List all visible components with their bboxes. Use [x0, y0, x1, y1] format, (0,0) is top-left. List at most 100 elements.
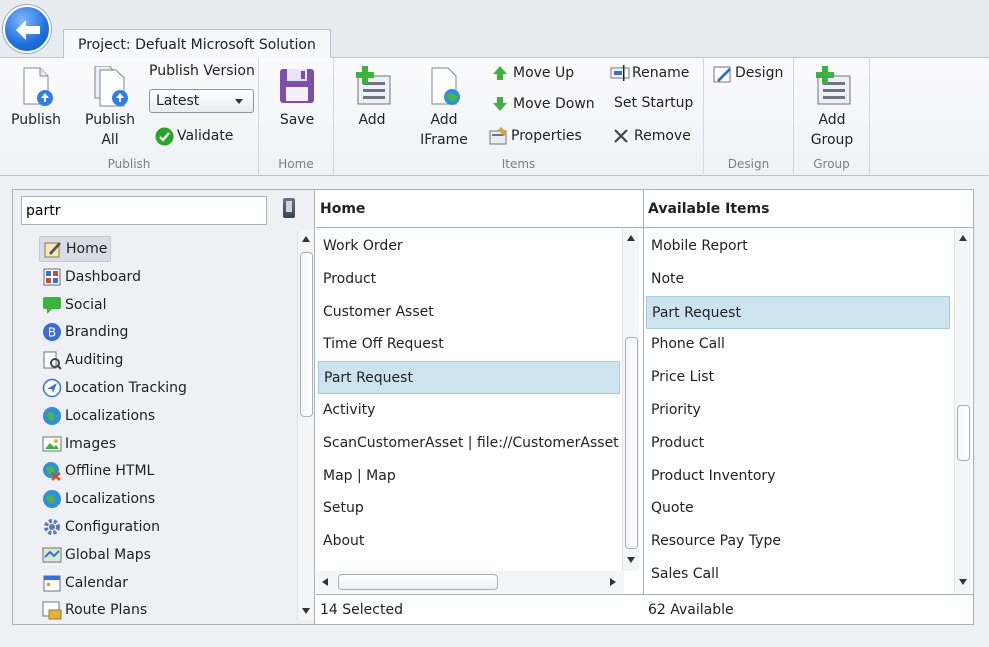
scroll-thumb[interactable]: [957, 405, 970, 461]
list-item[interactable]: Time Off Request: [318, 328, 620, 361]
home-list-scrollbar[interactable]: [622, 229, 639, 571]
scroll-down-arrow-icon[interactable]: [959, 579, 967, 585]
add-label: Add: [344, 110, 400, 130]
close-icon: [612, 127, 630, 145]
list-item[interactable]: Mobile Report: [646, 230, 950, 263]
list-item[interactable]: Priority: [646, 394, 950, 427]
list-item[interactable]: Product: [646, 427, 950, 460]
home-list-hscrollbar[interactable]: [316, 571, 624, 593]
properties-button[interactable]: Properties: [489, 127, 582, 145]
publish-icon: [16, 66, 56, 108]
scroll-up-arrow-icon[interactable]: [302, 236, 310, 242]
add-iframe-button[interactable]: Add IFrame: [416, 66, 472, 150]
tree-item[interactable]: Localizations: [39, 403, 158, 429]
available-list-scrollbar[interactable]: [954, 229, 971, 593]
list-item[interactable]: About: [318, 525, 620, 558]
tree-item[interactable]: Offline HTML: [39, 458, 157, 484]
offline-html-icon: [42, 461, 62, 481]
tree-item[interactable]: Route Plans: [39, 597, 150, 620]
tree-item[interactable]: Dashboard: [39, 264, 144, 290]
add-button[interactable]: Add: [344, 66, 400, 130]
list-item[interactable]: Quote: [646, 492, 950, 525]
move-down-button[interactable]: Move Down: [491, 95, 595, 113]
navigation-tree: HomeDashboardSocialBBrandingAuditingLoca…: [13, 230, 297, 620]
list-item[interactable]: ScanCustomerAsset | file://CustomerAsset: [318, 427, 620, 460]
tree-item[interactable]: Auditing: [39, 347, 126, 373]
hscroll-thumb[interactable]: [338, 574, 498, 590]
rename-icon: [610, 64, 628, 82]
project-tab[interactable]: Project: Defualt Microsoft Solution: [63, 29, 331, 59]
scroll-left-arrow-icon[interactable]: [322, 578, 328, 586]
back-button[interactable]: [3, 5, 51, 53]
list-item[interactable]: Price List: [646, 361, 950, 394]
list-item[interactable]: Product: [318, 263, 620, 296]
list-item[interactable]: Part Request: [646, 296, 950, 329]
group-group: Add Group Group: [794, 58, 870, 176]
social-icon: [42, 295, 62, 315]
scroll-thumb[interactable]: [625, 337, 638, 549]
move-up-button[interactable]: Move Up: [491, 64, 574, 82]
list-item[interactable]: Product Inventory: [646, 460, 950, 493]
tree-item-label: Configuration: [65, 519, 160, 535]
list-item[interactable]: Resource Pay Type: [646, 525, 950, 558]
remove-button[interactable]: Remove: [612, 127, 691, 145]
tree-item[interactable]: Images: [39, 431, 119, 457]
add-iframe-icon: [424, 66, 464, 108]
tree-item[interactable]: Social: [39, 292, 110, 318]
home-selected-count: 14 Selected: [316, 594, 645, 624]
tree-item[interactable]: Global Maps: [39, 542, 154, 568]
list-item[interactable]: Sales Call: [646, 558, 950, 591]
tree-item[interactable]: Calendar: [39, 570, 131, 596]
add-list-icon: [352, 66, 392, 108]
tree-item[interactable]: Home: [39, 236, 111, 262]
design-icon: [713, 64, 731, 82]
tree-item-label: Offline HTML: [65, 463, 154, 479]
list-item[interactable]: Activity: [318, 394, 620, 427]
list-item[interactable]: Customer Asset: [318, 296, 620, 329]
list-item[interactable]: Setup: [318, 492, 620, 525]
tree-item[interactable]: Location Tracking: [39, 375, 190, 401]
scroll-down-arrow-icon[interactable]: [627, 557, 635, 563]
scroll-up-arrow-icon[interactable]: [627, 235, 635, 241]
tree-item-label: Home: [66, 241, 107, 257]
chevron-down-icon: [235, 99, 243, 104]
svg-text:B: B: [48, 326, 56, 340]
search-input[interactable]: [21, 196, 267, 225]
navigation-scrollbar[interactable]: [297, 230, 314, 620]
set-startup-button[interactable]: Set Startup: [614, 95, 693, 111]
home-edit-icon: [43, 239, 63, 259]
remove-label: Remove: [634, 128, 691, 144]
list-item[interactable]: Phone Call: [646, 328, 950, 361]
save-button[interactable]: Save: [269, 66, 325, 130]
items-group: Add Add IFrame Move Up Move Down Propert…: [334, 58, 704, 176]
publish-group-label: Publish: [0, 157, 258, 171]
design-button[interactable]: Design: [713, 64, 783, 82]
arrow-down-icon: [491, 95, 509, 113]
publish-button[interactable]: Publish: [8, 66, 64, 130]
tree-item[interactable]: BBranding: [39, 319, 131, 345]
tree-item[interactable]: Localizations: [39, 486, 158, 512]
tree-item-label: Dashboard: [65, 269, 141, 285]
list-item[interactable]: Map | Map: [318, 460, 620, 493]
scroll-up-arrow-icon[interactable]: [959, 235, 967, 241]
tree-item[interactable]: Configuration: [39, 514, 163, 540]
design-label: Design: [735, 65, 783, 81]
tree-item-label: Global Maps: [65, 547, 151, 563]
list-item[interactable]: Work Order: [318, 230, 620, 263]
rename-button[interactable]: Rename: [610, 64, 689, 82]
publish-all-label-1: Publish: [82, 110, 138, 130]
scroll-down-arrow-icon[interactable]: [302, 608, 310, 614]
globe-icon: [42, 489, 62, 509]
scroll-right-arrow-icon[interactable]: [610, 578, 616, 586]
add-group-button[interactable]: Add Group: [804, 66, 860, 150]
publish-all-button[interactable]: Publish All: [82, 66, 138, 150]
properties-icon: [489, 127, 507, 145]
scroll-thumb[interactable]: [300, 252, 313, 417]
add-iframe-label-1: Add: [416, 110, 472, 130]
validate-button[interactable]: Validate: [155, 127, 233, 145]
mobile-device-icon[interactable]: [283, 198, 295, 218]
publish-version-select[interactable]: Latest: [149, 89, 254, 113]
list-item[interactable]: Note: [646, 263, 950, 296]
save-label: Save: [269, 110, 325, 130]
list-item[interactable]: Part Request: [318, 361, 620, 394]
